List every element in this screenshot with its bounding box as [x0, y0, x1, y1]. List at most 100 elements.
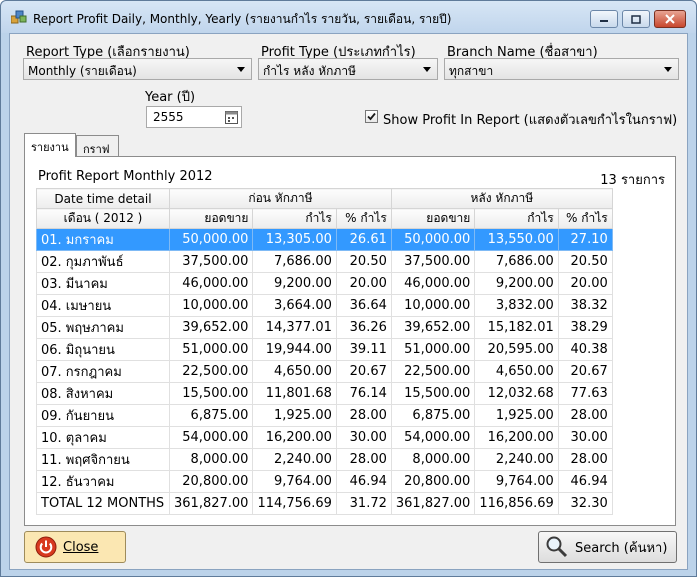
month-cell[interactable]: 05. พฤษภาคม: [36, 316, 170, 339]
branch-select[interactable]: ทุกสาขา: [444, 58, 679, 80]
value-cell[interactable]: 36.26: [335, 316, 392, 339]
header-percent-before[interactable]: % กำไร: [335, 208, 392, 229]
table-row[interactable]: 04. เมษายน 10,000.00 3,664.00 36.64 10,000.0…: [36, 294, 613, 317]
month-cell[interactable]: 11. พฤศจิกายน: [36, 448, 170, 471]
value-cell[interactable]: 38.32: [557, 294, 613, 317]
header-percent-after[interactable]: % กำไร: [557, 208, 613, 229]
value-cell[interactable]: 54,000.00: [390, 426, 476, 449]
value-cell[interactable]: 13,550.00: [474, 228, 559, 251]
value-cell[interactable]: 27.10: [557, 228, 613, 251]
value-cell[interactable]: 6,875.00: [168, 404, 254, 427]
value-cell[interactable]: 51,000.00: [390, 338, 476, 361]
value-cell[interactable]: 22,500.00: [168, 360, 254, 383]
value-cell[interactable]: 9,764.00: [474, 470, 559, 493]
value-cell[interactable]: 46,000.00: [168, 272, 254, 295]
year-input[interactable]: 2555: [146, 106, 242, 128]
value-cell[interactable]: 39,652.00: [168, 316, 254, 339]
value-cell[interactable]: 3,664.00: [252, 294, 337, 317]
close-window-button[interactable]: [654, 10, 686, 28]
show-profit-label[interactable]: Show Profit In Report (แสดงตัวเลขกำไรในก…: [383, 109, 677, 130]
value-cell[interactable]: 16,200.00: [252, 426, 337, 449]
value-cell[interactable]: 20.50: [557, 250, 613, 273]
close-button[interactable]: Close: [24, 531, 126, 563]
header-sales-after[interactable]: ยอดขาย: [390, 208, 476, 229]
value-cell[interactable]: 50,000.00: [168, 228, 254, 251]
value-cell[interactable]: 10,000.00: [390, 294, 476, 317]
month-cell[interactable]: 07. กรกฎาคม: [36, 360, 170, 383]
value-cell[interactable]: 28.00: [335, 404, 392, 427]
table-row[interactable]: 09. กันยายน 6,875.00 1,925.00 28.00 6,875.00…: [36, 404, 613, 427]
value-cell[interactable]: 8,000.00: [390, 448, 476, 471]
header-profit-after[interactable]: กำไร: [474, 208, 559, 229]
value-cell[interactable]: 20.67: [335, 360, 392, 383]
header-month[interactable]: เดือน ( 2012 ): [36, 208, 170, 229]
value-cell[interactable]: 10,000.00: [168, 294, 254, 317]
header-after-tax[interactable]: หลัง หักภาษี: [390, 188, 613, 209]
table-row[interactable]: TOTAL 12 MONTHS 361,827.00 114,756.69 31.72…: [36, 492, 613, 515]
value-cell[interactable]: 9,200.00: [252, 272, 337, 295]
header-date-detail[interactable]: Date time detail: [36, 188, 170, 209]
month-cell[interactable]: 09. กันยายน: [36, 404, 170, 427]
value-cell[interactable]: 7,686.00: [474, 250, 559, 273]
value-cell[interactable]: 2,240.00: [252, 448, 337, 471]
maximize-button[interactable]: [622, 10, 650, 28]
table-row[interactable]: 06. มิถุนายน 51,000.00 19,944.00 39.11 51,00…: [36, 338, 613, 361]
value-cell[interactable]: 20,800.00: [390, 470, 476, 493]
title-bar[interactable]: Report Profit Daily, Monthly, Yearly (รา…: [1, 1, 696, 33]
month-cell[interactable]: 01. มกราคม: [36, 228, 170, 251]
value-cell[interactable]: 37,500.00: [168, 250, 254, 273]
header-sales-before[interactable]: ยอดขาย: [168, 208, 254, 229]
month-cell[interactable]: 02. กุมภาพันธ์: [36, 250, 170, 273]
value-cell[interactable]: 8,000.00: [168, 448, 254, 471]
value-cell[interactable]: 19,944.00: [252, 338, 337, 361]
value-cell[interactable]: 361,827.00: [390, 492, 476, 515]
search-button[interactable]: Search (ค้นหา): [538, 531, 677, 563]
value-cell[interactable]: 40.38: [557, 338, 613, 361]
tab-report[interactable]: รายงาน: [24, 133, 76, 157]
value-cell[interactable]: 7,686.00: [252, 250, 337, 273]
value-cell[interactable]: 20,800.00: [168, 470, 254, 493]
value-cell[interactable]: 54,000.00: [168, 426, 254, 449]
value-cell[interactable]: 39,652.00: [390, 316, 476, 339]
value-cell[interactable]: 3,832.00: [474, 294, 559, 317]
value-cell[interactable]: 26.61: [335, 228, 392, 251]
table-row[interactable]: 07. กรกฎาคม 22,500.00 4,650.00 20.67 22,500.…: [36, 360, 613, 383]
value-cell[interactable]: 20.67: [557, 360, 613, 383]
table-row[interactable]: 01. มกราคม 50,000.00 13,305.00 26.61 50,000.…: [36, 228, 613, 251]
value-cell[interactable]: 1,925.00: [474, 404, 559, 427]
value-cell[interactable]: 13,305.00: [252, 228, 337, 251]
value-cell[interactable]: 2,240.00: [474, 448, 559, 471]
value-cell[interactable]: 28.00: [557, 404, 613, 427]
value-cell[interactable]: 1,925.00: [252, 404, 337, 427]
table-row[interactable]: 12. ธันวาคม 20,800.00 9,764.00 46.94 20,800.…: [36, 470, 613, 493]
value-cell[interactable]: 20,595.00: [474, 338, 559, 361]
report-type-select[interactable]: Monthly (รายเดือน): [23, 58, 252, 80]
value-cell[interactable]: 46,000.00: [390, 272, 476, 295]
value-cell[interactable]: 20.50: [335, 250, 392, 273]
value-cell[interactable]: 32.30: [557, 492, 613, 515]
value-cell[interactable]: 28.00: [335, 448, 392, 471]
value-cell[interactable]: 31.72: [335, 492, 392, 515]
value-cell[interactable]: 39.11: [335, 338, 392, 361]
month-cell[interactable]: 12. ธันวาคม: [36, 470, 170, 493]
value-cell[interactable]: 9,200.00: [474, 272, 559, 295]
value-cell[interactable]: 77.63: [557, 382, 613, 405]
value-cell[interactable]: 46.94: [557, 470, 613, 493]
header-before-tax[interactable]: ก่อน หักภาษี: [169, 188, 392, 209]
table-row[interactable]: 11. พฤศจิกายน 8,000.00 2,240.00 28.00 8,000.…: [36, 448, 613, 471]
value-cell[interactable]: 20.00: [335, 272, 392, 295]
value-cell[interactable]: 15,500.00: [168, 382, 254, 405]
header-profit-before[interactable]: กำไร: [252, 208, 337, 229]
value-cell[interactable]: 16,200.00: [474, 426, 559, 449]
value-cell[interactable]: 6,875.00: [390, 404, 476, 427]
table-row[interactable]: 10. ตุลาคม 54,000.00 16,200.00 30.00 54,000.…: [36, 426, 613, 449]
month-cell[interactable]: 08. สิงหาคม: [36, 382, 170, 405]
profit-type-select[interactable]: กำไร หลัง หักภาษี: [258, 58, 438, 80]
month-cell[interactable]: 04. เมษายน: [36, 294, 170, 317]
value-cell[interactable]: 38.29: [557, 316, 613, 339]
show-profit-checkbox[interactable]: [365, 110, 378, 123]
month-cell[interactable]: 10. ตุลาคม: [36, 426, 170, 449]
value-cell[interactable]: 361,827.00: [168, 492, 254, 515]
value-cell[interactable]: 9,764.00: [252, 470, 337, 493]
month-cell[interactable]: 06. มิถุนายน: [36, 338, 170, 361]
